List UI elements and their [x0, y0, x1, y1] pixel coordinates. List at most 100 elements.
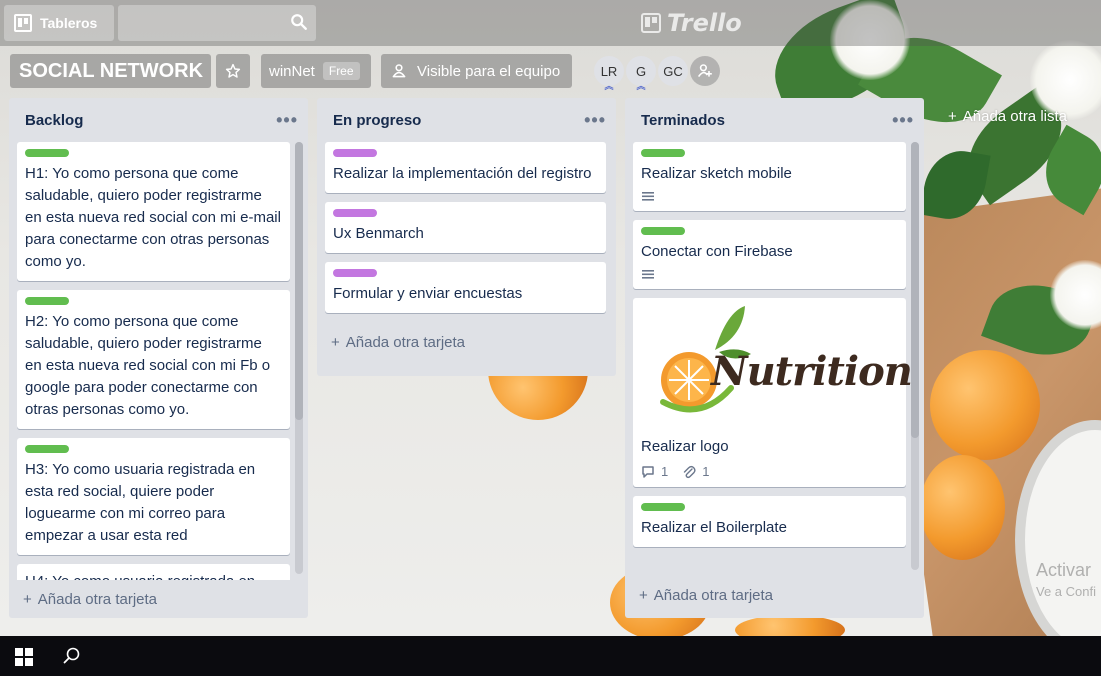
plus-icon: +	[639, 586, 648, 604]
card-title: Conectar con Firebase	[641, 243, 793, 260]
card-title: Realizar logo	[641, 438, 729, 455]
nutrition-logo-text: Nutrition	[711, 348, 913, 395]
description-icon	[642, 192, 654, 201]
list-cards: H1: Yo como persona que come saludable, …	[9, 142, 308, 580]
list-title[interactable]: En progreso	[333, 112, 421, 129]
member-initials: GC	[663, 63, 683, 79]
list-scrollbar-thumb[interactable]	[911, 142, 919, 438]
card-title: Ux Benmarch	[333, 225, 424, 242]
add-card-label: Añada otra tarjeta	[653, 586, 774, 604]
list-cards: Realizar la implementación del registro …	[317, 142, 616, 322]
invite-member-button[interactable]	[690, 56, 720, 86]
card-title: H4: Yo como usuaria registrada en	[25, 571, 282, 580]
list-title[interactable]: Terminados	[641, 112, 725, 129]
plus-icon: +	[23, 590, 32, 608]
star-board-button[interactable]	[216, 54, 250, 88]
card[interactable]: H3: Yo como usuaria registrada en esta r…	[17, 438, 290, 555]
add-card-button[interactable]: + Añada otra tarjeta	[625, 576, 924, 614]
list-en-progreso: En progreso ••• Realizar la implementaci…	[317, 98, 616, 376]
list-header: Backlog •••	[9, 98, 308, 142]
card[interactable]: H1: Yo como persona que come saludable, …	[17, 142, 290, 281]
list-title[interactable]: Backlog	[25, 112, 83, 129]
nutrition-logo-image: Nutrition	[641, 302, 913, 432]
member-initials: LR	[600, 63, 618, 79]
card-badges	[641, 191, 898, 203]
list-menu-icon[interactable]: •••	[276, 110, 298, 131]
list-header: Terminados •••	[625, 98, 924, 142]
activate-windows-title: Activar	[1036, 560, 1092, 580]
card[interactable]: Realizar sketch mobile	[633, 142, 906, 211]
card-title: Realizar el Boilerplate	[641, 519, 787, 536]
card-label-purple	[333, 149, 377, 157]
list-terminados: Terminados ••• Realizar sketch mobile Co…	[625, 98, 924, 618]
add-list-button[interactable]: + Añada otra lista	[948, 108, 1067, 125]
card-label-green	[25, 149, 69, 157]
description-icon	[642, 270, 654, 279]
search-box[interactable]	[118, 5, 316, 41]
card-label-purple	[333, 269, 377, 277]
list-menu-icon[interactable]: •••	[892, 110, 914, 131]
card[interactable]: Ux Benmarch	[325, 202, 606, 253]
card[interactable]: Realizar la implementación del registro	[325, 142, 606, 193]
member-avatar[interactable]: G ︽	[626, 56, 656, 91]
add-card-button[interactable]: + Añada otra tarjeta	[317, 322, 616, 362]
comment-icon	[642, 466, 654, 478]
list-header: En progreso •••	[317, 98, 616, 142]
add-card-label: Añada otra tarjeta	[345, 333, 466, 351]
card-label-green	[641, 503, 685, 511]
card[interactable]: Conectar con Firebase	[633, 220, 906, 289]
trello-logo[interactable]: Trello	[641, 9, 742, 37]
trello-logo-icon	[641, 13, 661, 33]
card-title: H2: Yo como persona que come saludable, …	[25, 313, 271, 418]
boards-icon	[14, 14, 32, 32]
team-visibility-icon	[392, 64, 406, 78]
member-avatar[interactable]: LR ︽	[594, 56, 624, 91]
add-member-icon	[697, 64, 712, 78]
card[interactable]: Formular y enviar encuestas	[325, 262, 606, 313]
plus-icon: +	[331, 333, 340, 351]
card-label-green	[25, 297, 69, 305]
card-title: H3: Yo como usuaria registrada en esta r…	[25, 461, 256, 544]
team-button[interactable]: winNet Free	[261, 54, 371, 88]
board-title[interactable]: SOCIAL NETWORK	[10, 54, 211, 88]
apricot-image	[930, 350, 1040, 460]
card-label-green	[25, 445, 69, 453]
apricot-image	[920, 455, 1005, 560]
add-list-label: Añada otra lista	[962, 108, 1067, 125]
card[interactable]: Nutrition Realizar logo 1 1	[633, 298, 913, 487]
team-name: winNet	[269, 62, 315, 80]
member-initials: G	[635, 63, 647, 79]
search-icon[interactable]	[290, 13, 308, 31]
card[interactable]: H2: Yo como persona que come saludable, …	[17, 290, 290, 429]
add-card-button[interactable]: + Añada otra tarjeta	[9, 580, 308, 618]
card-label-purple	[333, 209, 377, 217]
search-input[interactable]	[118, 5, 278, 41]
list-scrollbar-thumb[interactable]	[295, 142, 303, 420]
visibility-label: Visible para el equipo	[417, 62, 561, 80]
list-backlog: Backlog ••• H1: Yo como persona que come…	[9, 98, 308, 618]
list-menu-icon[interactable]: •••	[584, 110, 606, 131]
taskbar-search-icon[interactable]	[62, 646, 82, 666]
comments-count: 1	[661, 464, 669, 479]
card-title: Realizar sketch mobile	[641, 165, 792, 182]
attachments-badge: 1	[682, 464, 709, 479]
card-badges: 1 1	[641, 464, 898, 479]
boards-button[interactable]: Tableros	[4, 5, 114, 41]
plus-icon: +	[948, 108, 957, 125]
activate-windows-subtitle: Ve a Confi	[1036, 584, 1096, 599]
card[interactable]: H4: Yo como usuaria registrada en	[17, 564, 290, 580]
board-members: LR ︽ G ︽ GC	[594, 56, 688, 91]
member-avatar[interactable]: GC	[658, 56, 688, 86]
card-title: H1: Yo como persona que come saludable, …	[25, 165, 281, 270]
windows-start-icon[interactable]	[15, 648, 33, 666]
visibility-button[interactable]: Visible para el equipo	[381, 54, 572, 88]
apricot-image	[735, 615, 845, 636]
admin-chevron-icon: ︽	[636, 81, 646, 91]
trello-logo-text: Trello	[667, 9, 742, 37]
card-label-green	[641, 227, 685, 235]
boards-label: Tableros	[40, 15, 98, 31]
top-header: Tableros Trello	[0, 0, 1101, 46]
card[interactable]: Realizar el Boilerplate	[633, 496, 906, 547]
add-card-label: Añada otra tarjeta	[37, 590, 158, 608]
attachments-count: 1	[702, 464, 710, 479]
